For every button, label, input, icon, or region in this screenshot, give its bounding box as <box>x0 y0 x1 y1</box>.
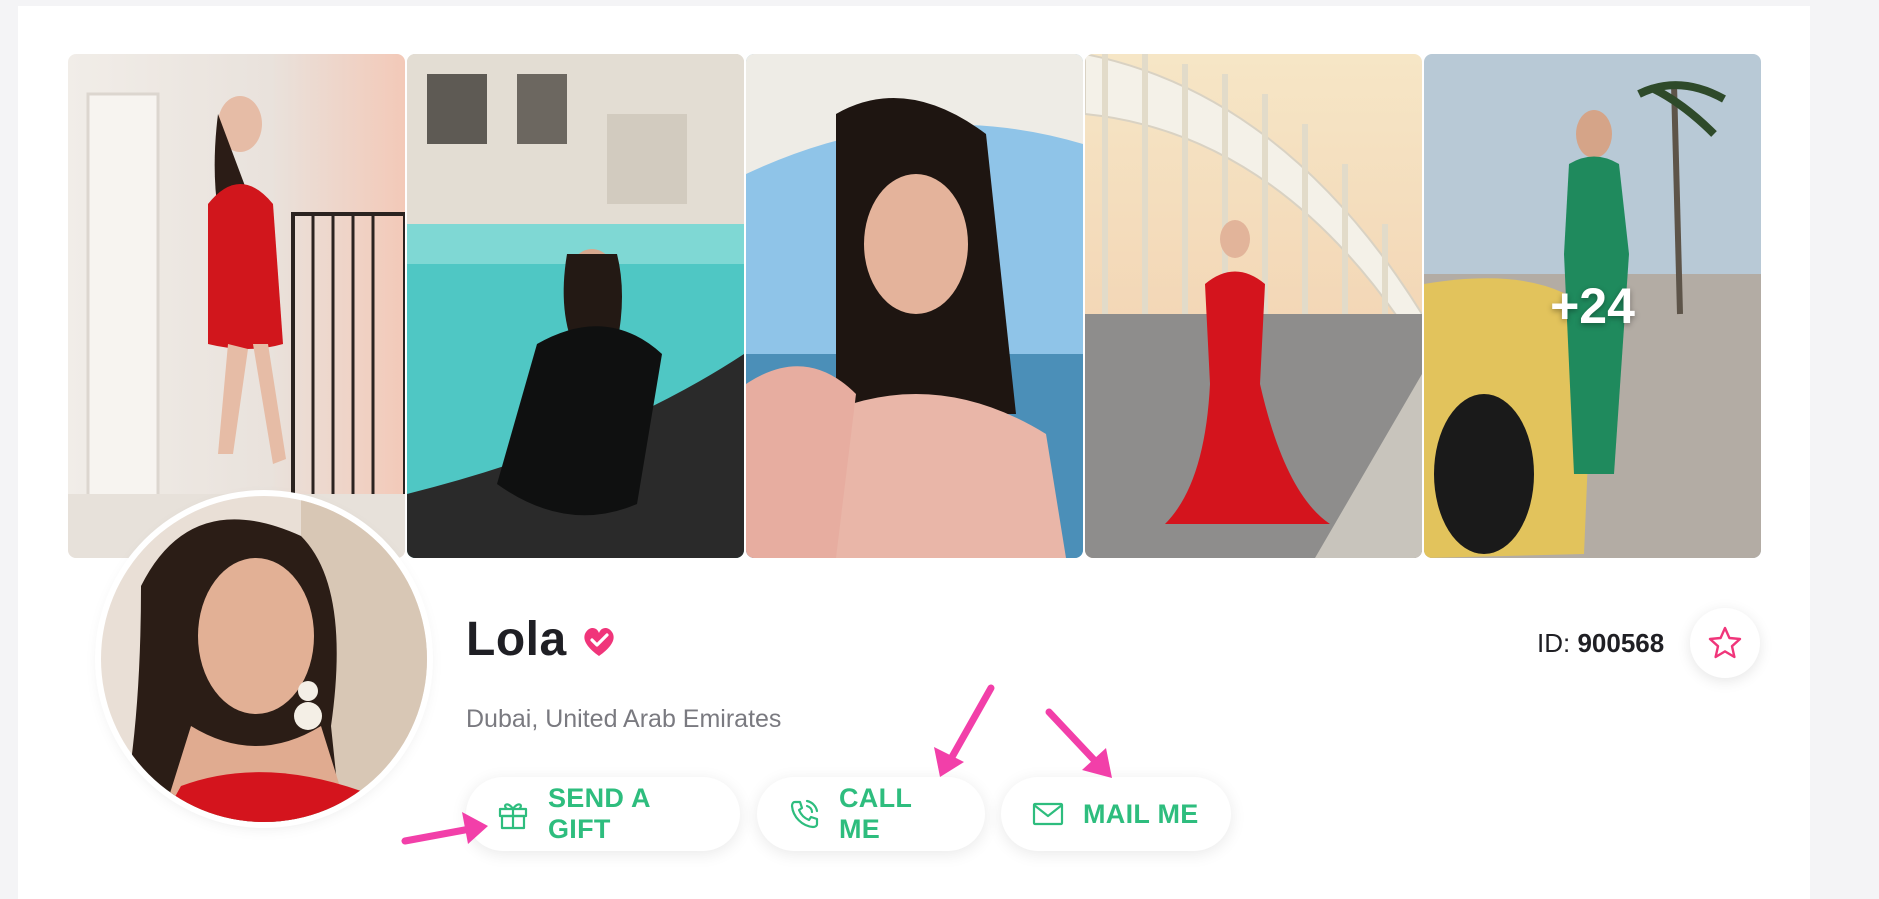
arrow-to-gift-head <box>462 812 488 844</box>
arrow-to-gift-line <box>401 825 474 845</box>
arrow-to-mail-line <box>1045 708 1100 766</box>
arrow-to-call-line <box>948 684 995 761</box>
annotation-arrows <box>401 684 1112 845</box>
arrow-to-call-head <box>934 747 964 777</box>
